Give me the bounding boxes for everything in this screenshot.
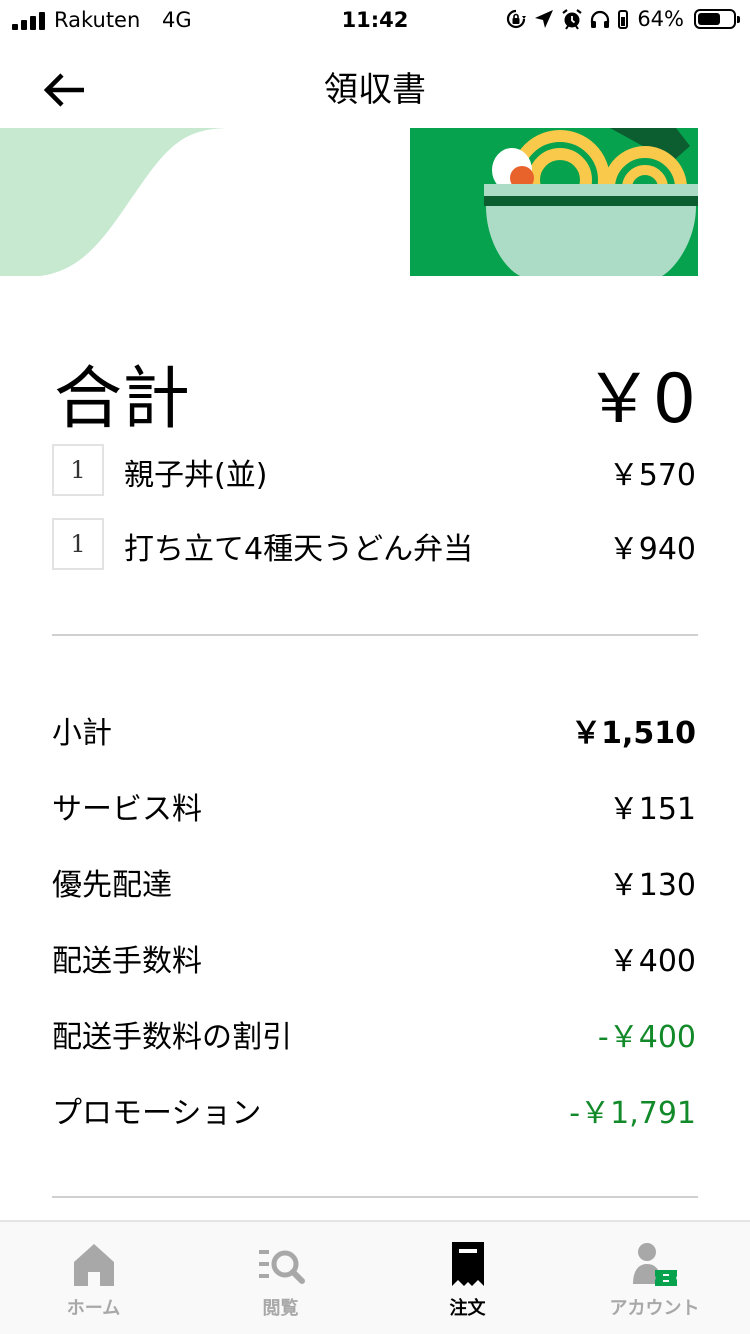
tab-account[interactable]: アカウント xyxy=(561,1222,748,1334)
tab-label: ホーム xyxy=(66,1298,121,1319)
row-value: ￥130 xyxy=(608,868,696,903)
tab-orders[interactable]: 注文 xyxy=(374,1222,561,1334)
total-label: 合計 xyxy=(54,360,191,439)
tab-bar: ホーム 閲覧 注文 アカウント xyxy=(0,1220,750,1334)
item-price: ￥940 xyxy=(608,532,696,567)
item-price: ￥570 xyxy=(608,458,696,493)
total-value: ￥0 xyxy=(584,360,696,439)
row-label: 配送手数料の割引 xyxy=(52,1020,292,1055)
delivery-fee-row: 配送手数料 ￥400 xyxy=(0,936,750,979)
account-icon xyxy=(632,1243,677,1286)
row-value: ￥400 xyxy=(608,944,696,979)
nav-header: 領収書 xyxy=(0,40,750,128)
item-quantity: 1 xyxy=(52,518,104,570)
battery-icon xyxy=(694,9,740,29)
promotion-row: プロモーション -￥1,791 xyxy=(0,1088,750,1131)
row-label: プロモーション xyxy=(52,1096,262,1131)
banner-illustration xyxy=(0,128,750,276)
browse-search-icon xyxy=(258,1250,305,1284)
status-bar: Rakuten 4G 11:42 64% xyxy=(0,0,750,40)
row-label: 優先配達 xyxy=(52,868,172,903)
alarm-icon xyxy=(562,9,582,30)
delivery-discount-row: 配送手数料の割引 -￥400 xyxy=(0,1012,750,1055)
battery-percent: 64% xyxy=(637,7,684,31)
row-label: サービス料 xyxy=(52,792,202,827)
order-item: 1 親子丼(並) ￥570 xyxy=(0,444,750,496)
item-name: 打ち立て4種天うどん弁当 xyxy=(124,532,474,567)
tab-label: 注文 xyxy=(449,1298,486,1319)
noodle-bowl-illustration xyxy=(0,128,698,276)
row-value: -￥1,791 xyxy=(569,1096,696,1131)
row-value: -￥400 xyxy=(597,1020,696,1055)
divider xyxy=(52,1196,698,1198)
service-fee-row: サービス料 ￥151 xyxy=(0,784,750,827)
row-value: ￥1,510 xyxy=(571,716,696,751)
status-icons: 64% xyxy=(505,7,740,31)
row-label: 小計 xyxy=(52,716,112,751)
order-item: 1 打ち立て4種天うどん弁当 ￥940 xyxy=(0,518,750,570)
tab-home[interactable]: ホーム xyxy=(0,1222,187,1334)
priority-delivery-row: 優先配達 ￥130 xyxy=(0,860,750,903)
divider xyxy=(52,634,698,636)
battery-fill xyxy=(698,13,720,25)
tab-browse[interactable]: 閲覧 xyxy=(187,1222,374,1334)
receipt-icon xyxy=(451,1242,484,1286)
item-quantity: 1 xyxy=(52,444,104,496)
page-title: 領収書 xyxy=(324,70,426,110)
location-icon xyxy=(535,10,554,28)
item-name: 親子丼(並) xyxy=(124,458,268,493)
orientation-lock-icon xyxy=(507,9,527,29)
row-label: 配送手数料 xyxy=(52,944,202,979)
home-icon xyxy=(73,1244,114,1286)
row-value: ￥151 xyxy=(608,792,696,827)
charging-lock-icon xyxy=(618,10,629,29)
tab-label: アカウント xyxy=(609,1298,700,1319)
headphones-icon xyxy=(591,10,610,28)
subtotal-row: 小計 ￥1,510 xyxy=(0,708,750,751)
tab-label: 閲覧 xyxy=(262,1298,299,1319)
